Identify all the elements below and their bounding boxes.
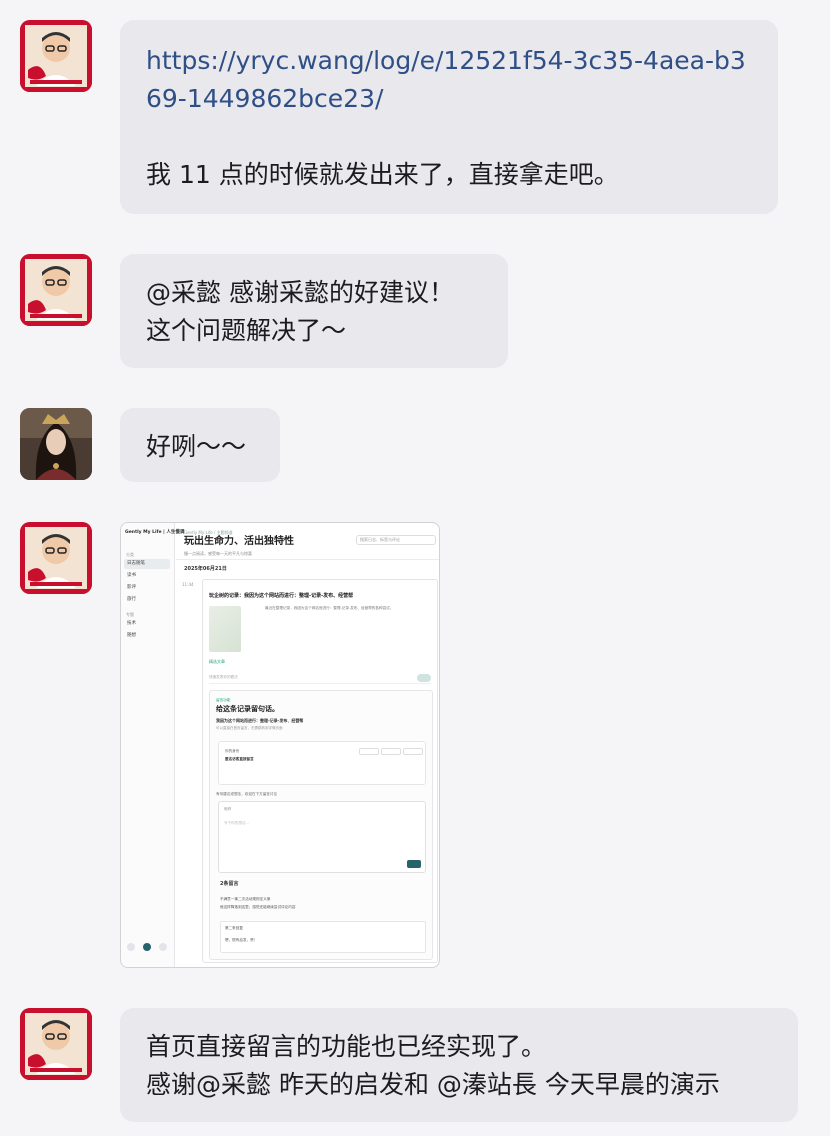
message-text: 好咧～～: [146, 432, 247, 461]
reply-text: 嗯，很有启发，赞！: [225, 938, 258, 942]
identity-box: 你的身份 匿名访客直接留言: [218, 741, 426, 785]
page-title: 玩出生命力、活出独特性: [184, 536, 294, 547]
theme-switcher[interactable]: [127, 943, 169, 953]
message-bubble: https://yryc.wang/log/e/12521f54-3c35-4a…: [120, 20, 778, 214]
avatar[interactable]: [20, 20, 92, 92]
sidebar-item[interactable]: 日志随笔: [124, 559, 170, 569]
sidebar-item[interactable]: 影评: [124, 583, 170, 593]
light-mode-icon[interactable]: [127, 943, 135, 951]
post-comment-button[interactable]: [407, 860, 421, 868]
avatar[interactable]: [20, 522, 92, 594]
sidebar-section: 分类: [126, 552, 134, 557]
panel-hint: 留言功能: [216, 698, 231, 702]
avatar[interactable]: [20, 408, 92, 480]
screenshot-image[interactable]: Gently My Life | 人生慢调 分类 日志随笔 读书 影评 旅行 专…: [120, 522, 440, 968]
divider: [176, 559, 439, 560]
message-bubble: 首页直接留言的功能也已经实现了。 感谢@采懿 昨天的启发和 @溱站長 今天早晨的…: [120, 1008, 798, 1122]
card-tag[interactable]: 精选文章: [209, 658, 225, 665]
auto-mode-icon[interactable]: [143, 943, 151, 951]
main-content: Gently My Life / 主题频道 玩出生命力、活出独特性 慢一点阅读，…: [176, 523, 439, 967]
message-line: @采懿 感谢采懿的好建议！: [146, 278, 454, 307]
identity-label: 你的身份: [225, 749, 240, 753]
panel-description: 可以直接在首页留言，无需跳转到详情页面: [216, 726, 283, 730]
identity-button[interactable]: [381, 748, 401, 755]
comment-item: 不满意一事二次活动规则定义案: [220, 897, 271, 901]
comment-tip: 有何建议或想法，欢迎在下方留言讨论: [216, 792, 278, 796]
comment-panel: 留言功能 给这条记录留句话。 我因为这个网站而进行：整理-记录-发布、经营帮 可…: [209, 690, 433, 960]
identity-button[interactable]: [403, 748, 423, 755]
reply-author: 第二条回复: [225, 926, 243, 930]
sidebar-item[interactable]: 旅行: [124, 595, 170, 605]
message-bubble: 好咧～～: [120, 408, 280, 482]
message-line: 感谢@采懿 昨天的启发和 @溱站長 今天早晨的演示: [146, 1070, 720, 1099]
comment-item: 就这样降落到这里，感觉还能继续尝试评论内容: [220, 905, 296, 909]
card-text: 最近在整理记录，我因为这个网站而进行：整理-记录-发布、经营帮的各种尝试。: [265, 606, 394, 610]
avatar[interactable]: [20, 1008, 92, 1080]
comment-count: 2条留言: [220, 881, 239, 887]
message-link[interactable]: https://yryc.wang/log/e/12521f54-3c35-4a…: [146, 42, 752, 118]
reply-item: 第二条回复 嗯，很有启发，赞！: [220, 921, 426, 953]
panel-title: 给这条记录留句话。: [216, 705, 279, 713]
entry-time: 11:44: [182, 582, 194, 587]
comment-textarea[interactable]: 写下你的想法...: [224, 820, 249, 827]
name-field[interactable]: 昵称: [224, 806, 231, 813]
sidebar-section: 专题: [126, 612, 134, 617]
sidebar-item[interactable]: 技术: [124, 619, 170, 629]
card-title[interactable]: 玩企树的记录：我因为这个网站而进行：整理-记录-发布、经营帮: [209, 593, 353, 600]
comment-editor[interactable]: 昵称 写下你的想法...: [218, 801, 426, 873]
message-line: 首页直接留言的功能也已经实现了。: [146, 1032, 547, 1061]
dark-mode-icon[interactable]: [159, 943, 167, 951]
avatar[interactable]: [20, 254, 92, 326]
identity-button[interactable]: [359, 748, 379, 755]
map-thumbnail[interactable]: [209, 606, 241, 652]
identity-option: 匿名访客直接留言: [225, 757, 254, 761]
sidebar-item[interactable]: 读书: [124, 571, 170, 581]
entry-date: 2025年06月21日: [184, 566, 227, 572]
sidebar-item[interactable]: 随想: [124, 631, 170, 641]
quick-comment-input[interactable]: 快速发表你的看法: [209, 674, 431, 684]
quick-send-button[interactable]: [417, 674, 431, 682]
page-subtitle: 慢一点阅读，感受每一天的平凡与惊喜: [184, 551, 252, 556]
message-bubble: @采懿 感谢采懿的好建议！ 这个问题解决了～: [120, 254, 508, 368]
search-input[interactable]: 搜索日志、标签与评论: [356, 535, 436, 545]
message-line: 这个问题解决了～: [146, 316, 347, 345]
sidebar: Gently My Life | 人生慢调 分类 日志随笔 读书 影评 旅行 专…: [121, 523, 184, 967]
message-text: 我 11 点的时候就发出来了，直接拿走吧。: [146, 160, 619, 189]
breadcrumb: Gently My Life / 主题频道: [184, 530, 233, 535]
panel-subtitle: 我因为这个网站而进行：整理-记录-发布、经营帮: [216, 718, 304, 723]
log-card: 玩企树的记录：我因为这个网站而进行：整理-记录-发布、经营帮 最近在整理记录，我…: [202, 579, 438, 963]
